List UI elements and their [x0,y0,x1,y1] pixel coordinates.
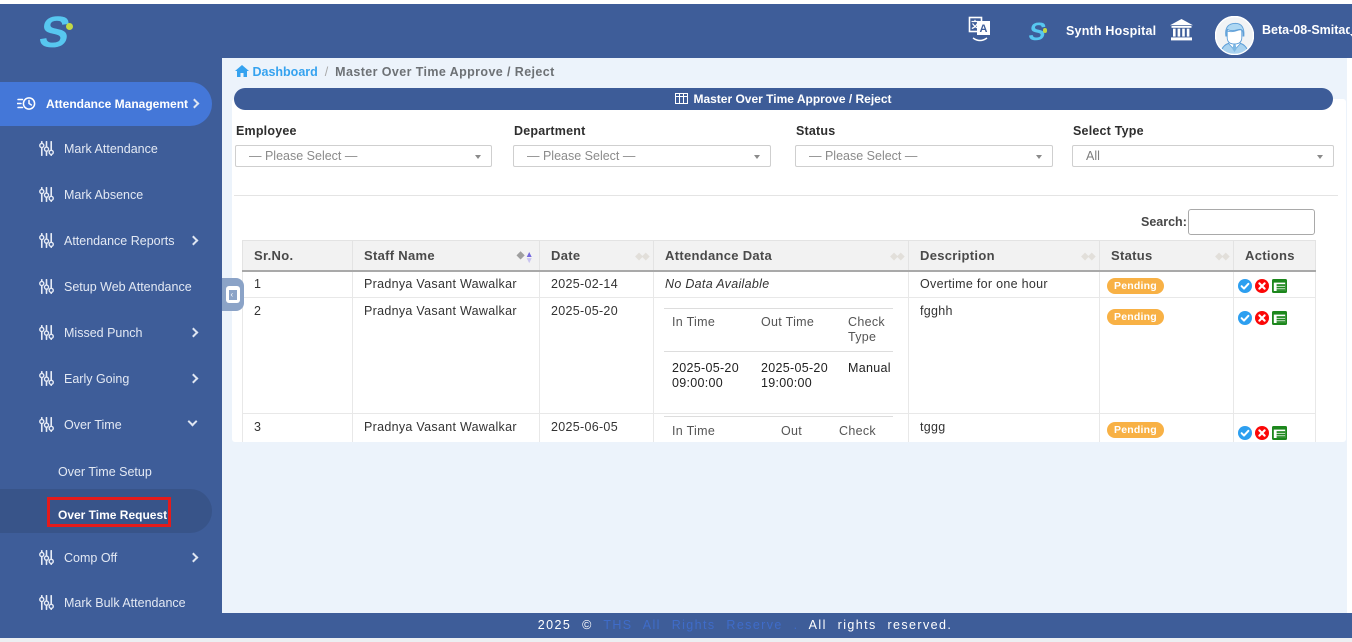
svg-text:A: A [980,23,988,35]
